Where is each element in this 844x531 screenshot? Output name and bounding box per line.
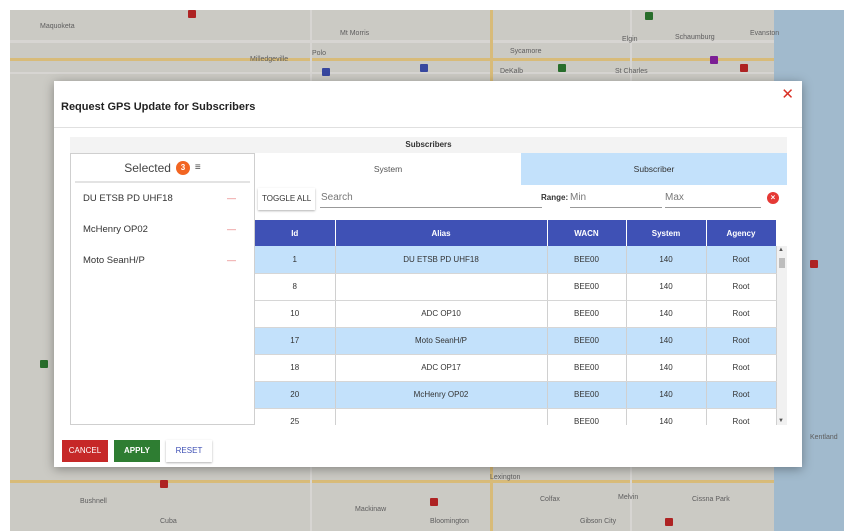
column-header-wacn[interactable]: WACN [547, 220, 627, 246]
column-header-system[interactable]: System [626, 220, 707, 246]
subscribers-caption: Subscribers [70, 137, 787, 153]
toggle-all-button[interactable]: TOGGLE ALL [258, 188, 316, 210]
cell-agency: Root [706, 408, 777, 425]
cell-system: 140 [626, 327, 707, 355]
cell-wacn: BEE00 [547, 381, 627, 409]
cell-id: 25 [255, 408, 336, 425]
dialog-title: Request GPS Update for Subscribers [61, 101, 256, 113]
subscriber-table: Id Alias WACN System Agency 1 DU ETSB PD… [255, 220, 777, 425]
scroll-down-icon[interactable]: ▼ [778, 418, 784, 424]
selected-item-label: McHenry OP02 [83, 224, 148, 235]
close-icon[interactable]: ✕ [781, 87, 794, 102]
cell-system: 140 [626, 246, 707, 274]
cell-system: 140 [626, 273, 707, 301]
selected-count-badge: 3 [175, 160, 190, 175]
cell-wacn: BEE00 [547, 300, 627, 328]
gps-update-dialog: Request GPS Update for Subscribers ✕ Sub… [54, 81, 802, 467]
cell-id: 17 [255, 327, 336, 355]
cancel-button[interactable]: CANCEL [62, 440, 108, 462]
cell-agency: Root [706, 273, 777, 301]
cell-wacn: BEE00 [547, 408, 627, 425]
cell-wacn: BEE00 [547, 273, 627, 301]
title-divider [54, 127, 802, 128]
selected-item[interactable]: DU ETSB PD UHF18 — [71, 183, 254, 214]
cell-id: 10 [255, 300, 336, 328]
tab-system[interactable]: System [255, 153, 521, 185]
cell-id: 8 [255, 273, 336, 301]
range-max-input[interactable] [665, 188, 761, 208]
scroll-thumb[interactable] [779, 258, 785, 268]
column-header-agency[interactable]: Agency [706, 220, 777, 246]
cell-agency: Root [706, 354, 777, 382]
cell-agency: Root [706, 246, 777, 274]
cell-alias [335, 408, 548, 425]
search-input[interactable] [320, 188, 542, 208]
table-row[interactable]: 18 ADC OP17 BEE00 140 Root [255, 354, 777, 382]
cell-alias: DU ETSB PD UHF18 [335, 246, 548, 274]
scroll-up-icon[interactable]: ▲ [778, 247, 784, 253]
table-row[interactable]: 1 DU ETSB PD UHF18 BEE00 140 Root [255, 246, 777, 274]
cell-system: 140 [626, 354, 707, 382]
table-row[interactable]: 17 Moto SeanH/P BEE00 140 Root [255, 327, 777, 355]
apply-button[interactable]: APPLY [114, 440, 160, 462]
cell-system: 140 [626, 381, 707, 409]
range-label: Range: [541, 193, 569, 202]
table-scrollbar[interactable]: ▲ ▼ [777, 246, 787, 425]
remove-icon[interactable]: — [227, 245, 236, 276]
clear-filter-icon[interactable]: × [767, 192, 779, 204]
cell-agency: Root [706, 381, 777, 409]
selected-header: Selected 3 ≡ [75, 154, 250, 183]
table-header-row: Id Alias WACN System Agency [255, 220, 777, 246]
cell-alias: ADC OP17 [335, 354, 548, 382]
selected-item[interactable]: McHenry OP02 — [71, 214, 254, 245]
range-min-input[interactable] [570, 188, 662, 208]
tab-subscriber[interactable]: Subscriber [521, 153, 787, 185]
sort-icon[interactable]: ≡ [195, 162, 201, 173]
cell-id: 20 [255, 381, 336, 409]
cell-wacn: BEE00 [547, 246, 627, 274]
table-row[interactable]: 8 BEE00 140 Root [255, 273, 777, 301]
cell-agency: Root [706, 327, 777, 355]
cell-agency: Root [706, 300, 777, 328]
table-row[interactable]: 25 BEE00 140 Root [255, 408, 777, 425]
cell-id: 18 [255, 354, 336, 382]
selected-item-label: Moto SeanH/P [83, 255, 145, 266]
cell-wacn: BEE00 [547, 327, 627, 355]
cell-system: 140 [626, 300, 707, 328]
cell-wacn: BEE00 [547, 354, 627, 382]
selected-panel: Selected 3 ≡ DU ETSB PD UHF18 — McHenry … [70, 153, 255, 425]
selected-item[interactable]: Moto SeanH/P — [71, 245, 254, 276]
column-header-id[interactable]: Id [255, 220, 336, 246]
cell-id: 1 [255, 246, 336, 274]
view-tabs: System Subscriber [255, 153, 787, 185]
remove-icon[interactable]: — [227, 183, 236, 214]
cell-alias [335, 273, 548, 301]
table-row[interactable]: 20 McHenry OP02 BEE00 140 Root [255, 381, 777, 409]
column-header-alias[interactable]: Alias [335, 220, 548, 246]
cell-alias: ADC OP10 [335, 300, 548, 328]
subscriber-table-wrapper: Id Alias WACN System Agency 1 DU ETSB PD… [255, 220, 787, 425]
reset-button[interactable]: RESET [166, 440, 212, 462]
cell-alias: McHenry OP02 [335, 381, 548, 409]
table-row[interactable]: 10 ADC OP10 BEE00 140 Root [255, 300, 777, 328]
cell-alias: Moto SeanH/P [335, 327, 548, 355]
cell-system: 140 [626, 408, 707, 425]
remove-icon[interactable]: — [227, 214, 236, 245]
selected-label: Selected [124, 160, 171, 175]
selected-item-label: DU ETSB PD UHF18 [83, 193, 173, 204]
